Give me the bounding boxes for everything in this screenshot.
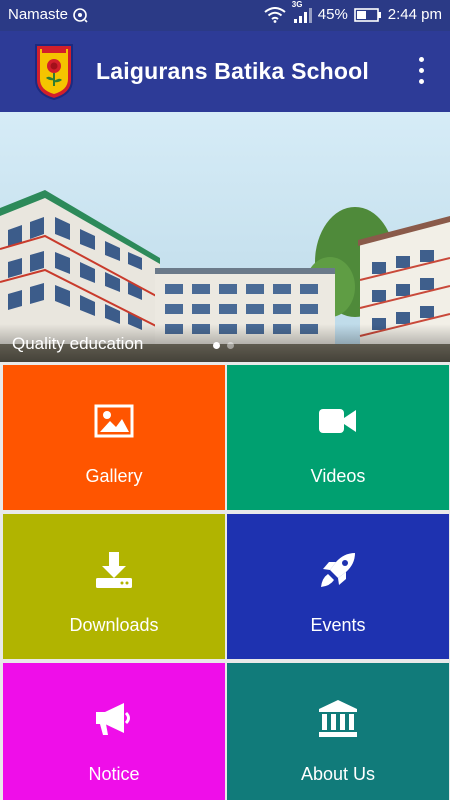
banner-slider[interactable]: Quality education [0,112,450,362]
battery-level: 45% [317,6,348,23]
status-left: Namaste [8,6,88,24]
banner-caption: Quality education [12,334,144,353]
tile-label: Gallery [85,466,143,486]
tile-videos[interactable]: Videos [227,365,449,510]
video-icon [318,401,358,441]
cell-signal-icon: 3G [292,0,312,24]
network-type: 3G [291,0,303,9]
megaphone-icon [94,699,134,739]
tile-label: Events [310,615,366,635]
tile-notice[interactable]: Notice [3,663,225,800]
tile-label: Notice [88,764,140,784]
download-icon [94,550,134,590]
tile-downloads[interactable]: Downloads [3,514,225,659]
tile-events[interactable]: Events [227,514,449,659]
more-vert-icon[interactable] [416,57,428,85]
tile-label: About Us [300,764,376,784]
school-crest-logo [33,42,75,101]
app-bar: Laigurans Batika School [0,31,450,112]
tile-gallery[interactable]: Gallery [3,365,225,510]
wifi-icon [264,7,286,23]
slider-dot-1[interactable] [213,342,220,349]
app-title: Laigurans Batika School [96,58,369,84]
tile-about-us[interactable]: About Us [227,663,449,800]
battery-icon [353,8,382,22]
rocket-icon [318,550,358,590]
tile-label: Videos [310,466,366,486]
carrier-name: Namaste [8,6,69,23]
menu-grid: Gallery Videos Downloads Events Notice A… [0,362,450,800]
tile-label: Downloads [69,615,159,635]
bank-icon [318,699,358,739]
image-icon [94,401,134,441]
status-bar: Namaste 3G 45% 2:44 pm [0,0,450,31]
slider-dot-2[interactable] [227,342,234,349]
notification-icon [72,7,88,23]
clock: 2:44 pm [387,6,442,23]
status-right: 3G 45% 2:44 pm [264,0,442,24]
slider-indicator [213,342,234,349]
